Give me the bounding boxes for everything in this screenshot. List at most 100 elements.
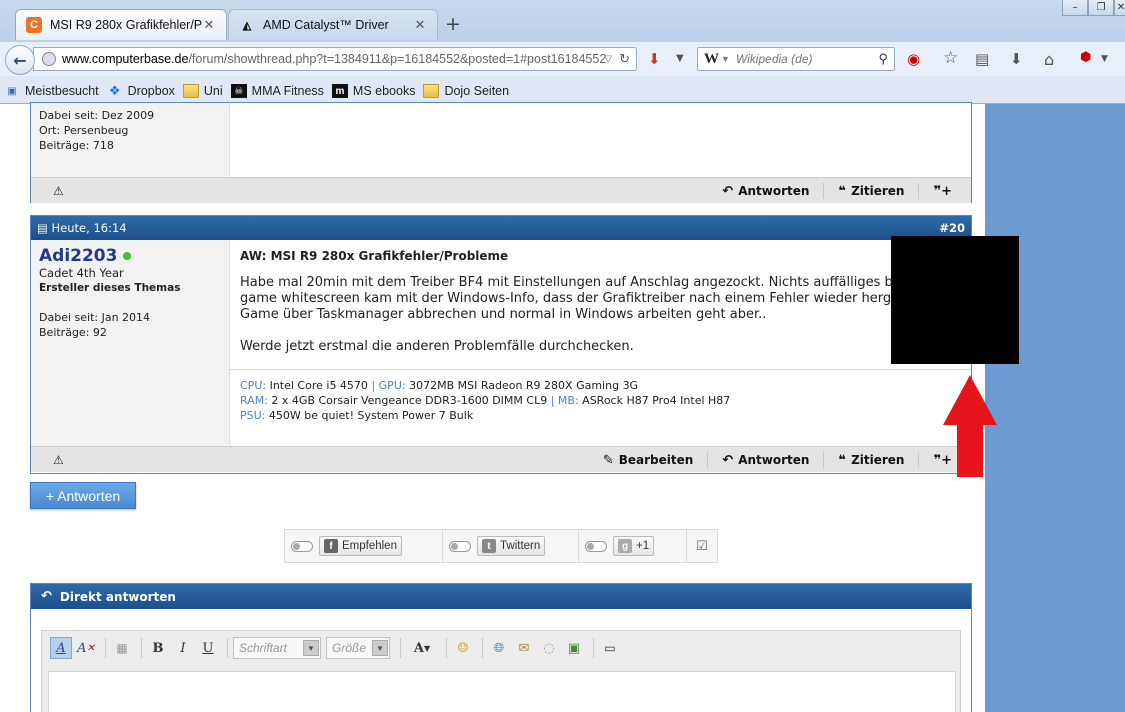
post-title: AW: MSI R9 280x Grafikfehler/Probleme [240, 249, 509, 263]
bookmark-meistbesucht[interactable]: ▣ Meistbesucht [4, 84, 98, 98]
email-icon[interactable]: ✉ [513, 637, 535, 659]
online-status-icon [123, 252, 132, 260]
username[interactable]: Adi2203 [39, 246, 221, 266]
facebook-share-button[interactable]: f Empfehlen [319, 536, 402, 556]
new-tab-button[interactable]: + [445, 13, 461, 35]
text-color-icon[interactable]: A ▼ [406, 637, 438, 659]
tab-forum-thread[interactable]: C MSI R9 280x Grafikfehler/Pr... ✕ [15, 9, 227, 40]
ms-icon: m [331, 84, 348, 98]
url-bar[interactable]: www.computerbase.de/forum/showthread.php… [33, 47, 637, 71]
maximize-button[interactable]: ❐ [1088, 0, 1114, 16]
facebook-icon: f [324, 539, 338, 553]
reply-button[interactable]: ↶ Antworten [708, 183, 825, 199]
remove-format-icon[interactable]: A ✕ [75, 637, 97, 659]
underline-icon[interactable]: U [197, 637, 219, 659]
quote-button[interactable]: ❝ Zitieren [824, 452, 920, 468]
quick-reply-panel: ↶ Direkt antworten A A ✕ ▦ B I U Schrifta… [30, 583, 972, 712]
google-plus-icon: g [618, 539, 632, 553]
post-text-line: Werde jetzt erstmal die anderen Problemf… [240, 339, 634, 354]
bookmark-label: MMA Fitness [251, 84, 324, 98]
bold-icon[interactable]: B [147, 637, 169, 659]
dropdown-icon[interactable]: ▼ [676, 53, 684, 64]
reply-button[interactable]: ↶ Antworten [708, 452, 825, 468]
smiley-icon[interactable]: ☺ [452, 637, 474, 659]
bookmark-dropbox[interactable]: ❖ Dropbox [107, 83, 175, 98]
adblock-dropdown-icon[interactable]: ▼ [1101, 54, 1108, 64]
close-tab-icon[interactable]: ✕ [202, 17, 216, 33]
size-select[interactable]: Größe ▼ [326, 637, 390, 659]
paste-icon[interactable]: ▦ [111, 637, 133, 659]
search-icon[interactable]: ⚲ [878, 51, 888, 67]
reply-textarea[interactable] [48, 671, 956, 712]
user-joined: Dabei seit: Jan 2014 [39, 311, 151, 324]
dropbox-icon: ❖ [108, 83, 121, 98]
multi-quote-button[interactable]: ❞+ [919, 183, 971, 199]
twitter-toggle[interactable] [449, 540, 471, 552]
bookmark-uni[interactable]: Uni [182, 84, 223, 98]
red-arrow-annotation [943, 375, 997, 477]
bookmark-ms-ebooks[interactable]: m MS ebooks [331, 84, 415, 98]
tab-amd-driver[interactable]: ◭ AMD Catalyst™ Driver ✕ [228, 9, 438, 40]
url-dropdown-icon[interactable]: ▽ [604, 54, 612, 65]
quick-reply-title: Direkt antworten [59, 589, 176, 604]
google-plus-toggle[interactable] [585, 540, 607, 552]
close-tab-icon[interactable]: ✕ [413, 17, 427, 33]
wysiwyg-toggle-icon[interactable]: A [50, 637, 72, 659]
italic-icon[interactable]: I [172, 637, 194, 659]
bookmarks-menu-icon[interactable]: ▤ [975, 50, 989, 68]
link-icon[interactable]: 🌐︎ [488, 637, 510, 659]
bookmark-dojo-seiten[interactable]: Dojo Seiten [423, 84, 509, 98]
close-window-button[interactable]: ✕ [1114, 0, 1125, 16]
download-blocker-icon[interactable]: ⬇ [648, 50, 661, 68]
thread-starter-label: Ersteller dieses Themas [39, 282, 181, 294]
twitter-share-button[interactable]: t Twittern [477, 536, 546, 556]
unlink-icon[interactable]: ◌ [538, 637, 560, 659]
post-header: ▤ Heute, 16:14 #20 [31, 216, 971, 240]
post-text-line: game whitescreen kam mit der Windows-Inf… [240, 291, 911, 306]
image-icon[interactable]: ▣ [563, 637, 585, 659]
post-text-line: Habe mal 20min mit dem Treiber BF4 mit E… [240, 275, 924, 290]
navigation-bar: www.computerbase.de/forum/showthread.php… [0, 42, 1125, 76]
report-post-icon[interactable]: ⚠ [53, 184, 64, 198]
record-icon[interactable]: ◉ [907, 50, 920, 68]
tab-bar: C MSI R9 280x Grafikfehler/Pr... ✕ ◭ AMD… [0, 0, 1125, 42]
adblock-icon[interactable]: ⬢ [1080, 50, 1091, 65]
post-number[interactable]: #20 [939, 221, 965, 235]
back-button[interactable]: ← [5, 45, 35, 75]
font-select[interactable]: Schriftart ▼ [233, 637, 321, 659]
quote-button[interactable]: ❝ Zitieren [824, 183, 920, 199]
report-post-icon[interactable]: ⚠ [53, 453, 64, 467]
tab-title: MSI R9 280x Grafikfehler/Pr... [50, 18, 202, 32]
editor-toolbar: A A ✕ ▦ B I U Schriftart ▼ Größe ▼ A ▼ ☺ 🌐︎ … [42, 631, 960, 665]
home-icon[interactable]: ⌂ [1044, 50, 1054, 69]
quote-icon[interactable]: ▭ [599, 637, 621, 659]
reply-arrow-icon: ↶ [41, 589, 52, 604]
site-identity-icon[interactable] [42, 52, 56, 66]
reply-arrow-icon: ↶ [722, 183, 734, 199]
bookmark-mma-fitness[interactable]: ☠ MMA Fitness [230, 84, 324, 98]
search-engine-dropdown-icon[interactable]: ▼ [721, 54, 730, 64]
quick-reply-header: ↶ Direkt antworten [31, 584, 971, 609]
wikipedia-icon: W [704, 50, 719, 67]
minimize-button[interactable]: – [1062, 0, 1088, 16]
amd-favicon-icon: ◭ [242, 19, 252, 32]
post-body: Habe mal 20min mit dem Treiber BF4 mit E… [230, 263, 971, 355]
post-date: Heute, 16:14 [51, 221, 127, 235]
search-input[interactable] [735, 52, 876, 66]
previous-post-footer: ⚠ ↶ Antworten ❝ Zitieren ❞+ [31, 177, 971, 203]
new-reply-button[interactable]: + Antworten [30, 482, 136, 509]
multi-quote-icon: ❞+ [933, 183, 952, 199]
reload-icon[interactable]: ↻ [619, 51, 630, 67]
social-share-bar: f Empfehlen t Twittern g +1 ☑ [284, 529, 718, 563]
share-settings-icon[interactable]: ☑ [696, 539, 708, 554]
signature: CPU: Intel Core i5 4570 | GPU: 3072MB MS… [230, 369, 971, 429]
page-content: Dabei seit: Dez 2009 Ort: Persenbeug Bei… [0, 102, 985, 712]
search-bar[interactable]: W ▼ ⚲ [697, 47, 895, 71]
downloads-icon[interactable]: ⬇ [1010, 50, 1023, 68]
edit-button[interactable]: ✎ Bearbeiten [589, 452, 709, 468]
facebook-toggle[interactable] [291, 540, 313, 552]
post-text-line: Game über Taskmanager abbrechen und norm… [240, 307, 767, 322]
google-plus-button[interactable]: g +1 [613, 536, 655, 556]
user-location: Ort: Persenbeug [39, 124, 129, 137]
bookmark-star-icon[interactable]: ☆ [943, 48, 958, 68]
